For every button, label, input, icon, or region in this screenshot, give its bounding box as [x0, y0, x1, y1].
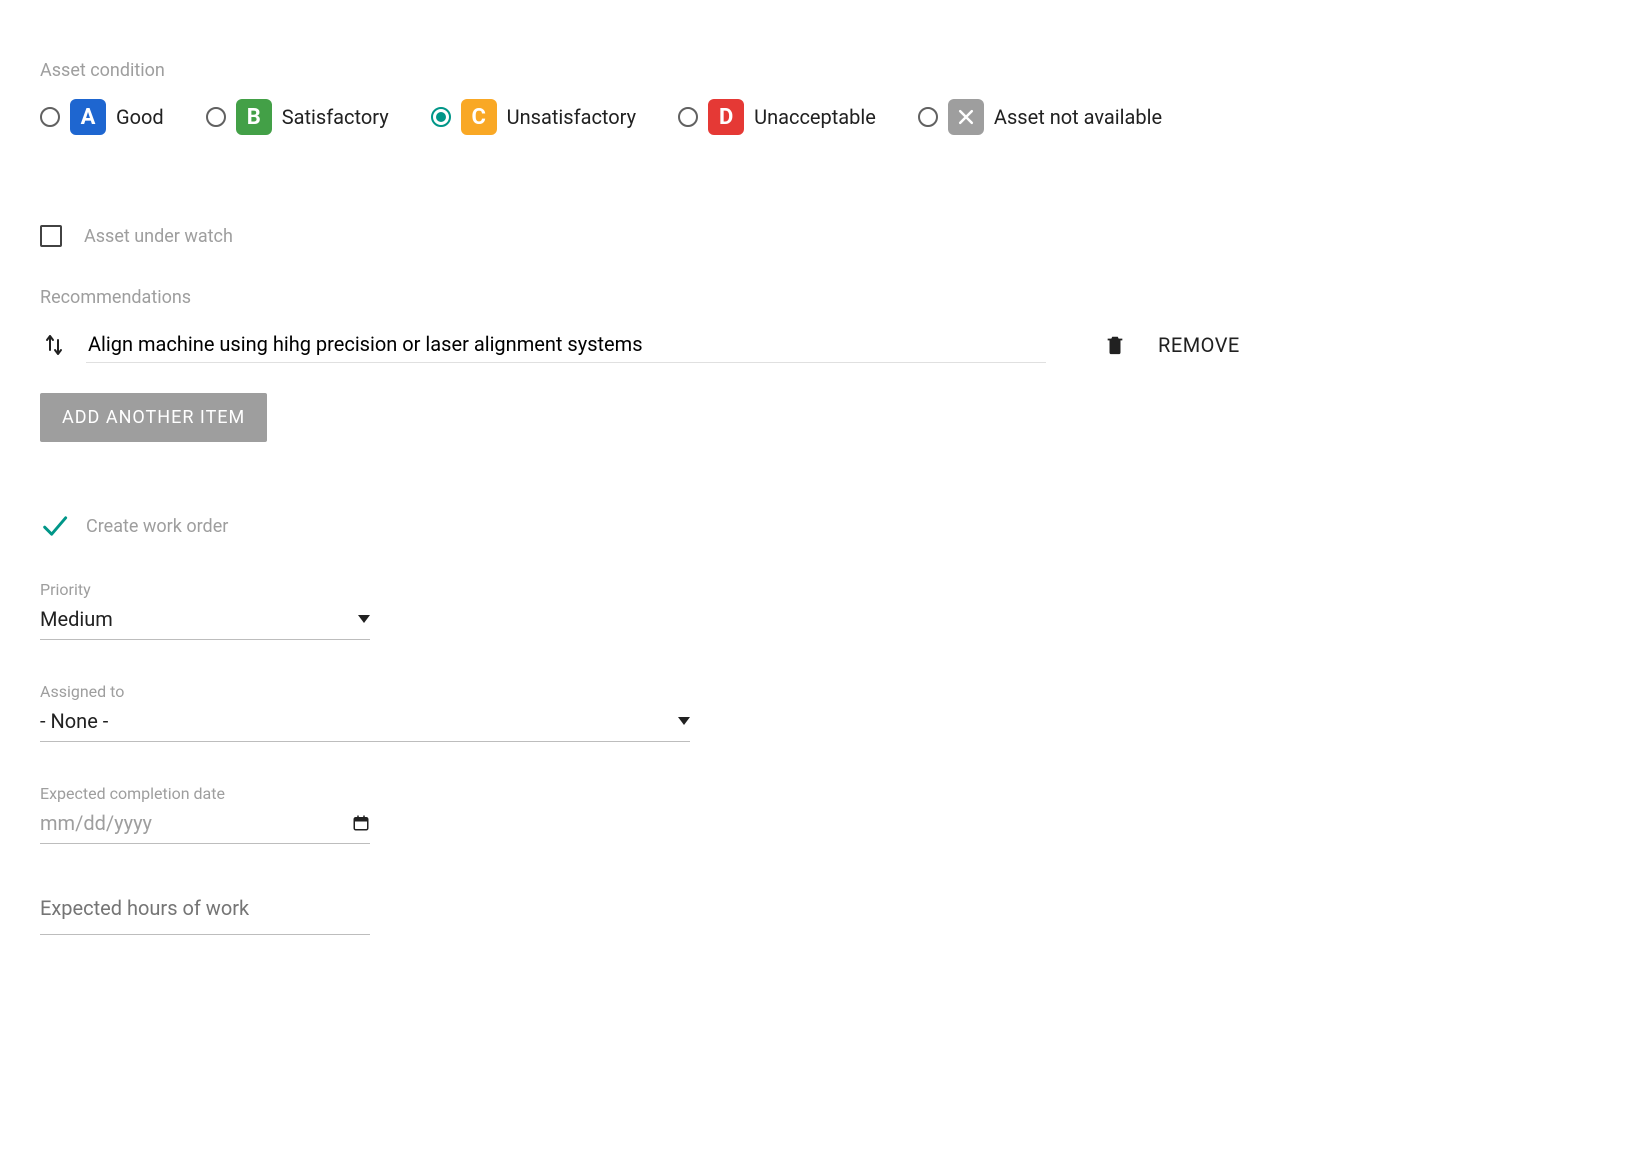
- recommendation-row: REMOVE: [40, 326, 1588, 363]
- radio-label: Unsatisfactory: [507, 105, 636, 129]
- radio-option-not-available[interactable]: Asset not available: [918, 99, 1162, 135]
- radio-label: Asset not available: [994, 105, 1162, 129]
- recommendation-input[interactable]: [86, 326, 1046, 363]
- grade-a-badge: A: [70, 99, 106, 135]
- trash-icon[interactable]: [1104, 334, 1126, 356]
- asset-under-watch-row: Asset under watch: [40, 225, 1588, 247]
- priority-select[interactable]: Medium: [40, 603, 370, 640]
- radio-option-satisfactory[interactable]: B Satisfactory: [206, 99, 389, 135]
- expected-hours-field: [40, 886, 1588, 935]
- priority-label: Priority: [40, 580, 1588, 599]
- expected-completion-label: Expected completion date: [40, 784, 1588, 803]
- grade-c-badge: C: [461, 99, 497, 135]
- drag-handle-icon[interactable]: [40, 331, 68, 359]
- radio-icon: [206, 107, 226, 127]
- asset-under-watch-label: Asset under watch: [84, 226, 233, 247]
- expected-completion-input[interactable]: mm/dd/yyyy: [40, 807, 370, 844]
- date-placeholder: mm/dd/yyyy: [40, 811, 152, 835]
- radio-icon: [678, 107, 698, 127]
- grade-d-badge: D: [708, 99, 744, 135]
- create-work-order-label: Create work order: [86, 516, 228, 537]
- checkmark-icon: [40, 512, 68, 540]
- assigned-to-label: Assigned to: [40, 682, 1588, 701]
- grade-x-badge: [948, 99, 984, 135]
- expected-completion-field: Expected completion date mm/dd/yyyy: [40, 784, 1588, 844]
- expected-hours-input[interactable]: [40, 890, 370, 926]
- radio-label: Unacceptable: [754, 105, 876, 129]
- radio-option-good[interactable]: A Good: [40, 99, 164, 135]
- chevron-down-icon: [678, 717, 690, 725]
- add-another-item-button[interactable]: ADD ANOTHER ITEM: [40, 393, 267, 442]
- priority-field: Priority Medium: [40, 580, 1588, 640]
- remove-button[interactable]: REMOVE: [1158, 333, 1240, 357]
- grade-b-badge: B: [236, 99, 272, 135]
- assigned-to-select[interactable]: - None -: [40, 705, 690, 742]
- priority-value: Medium: [40, 607, 113, 631]
- recommendations-label: Recommendations: [40, 287, 1588, 308]
- create-work-order-row[interactable]: Create work order: [40, 512, 1588, 540]
- chevron-down-icon: [358, 615, 370, 623]
- radio-option-unsatisfactory[interactable]: C Unsatisfactory: [431, 99, 636, 135]
- assigned-to-value: - None -: [40, 709, 108, 733]
- radio-label: Satisfactory: [282, 105, 389, 129]
- asset-under-watch-checkbox[interactable]: [40, 225, 62, 247]
- x-icon: [956, 107, 976, 127]
- assigned-to-field: Assigned to - None -: [40, 682, 1588, 742]
- radio-icon: [918, 107, 938, 127]
- radio-option-unacceptable[interactable]: D Unacceptable: [678, 99, 876, 135]
- asset-condition-label: Asset condition: [40, 60, 1588, 81]
- radio-icon: [40, 107, 60, 127]
- asset-condition-radio-group: A Good B Satisfactory C Unsatisfactory D…: [40, 99, 1588, 135]
- radio-label: Good: [116, 105, 164, 129]
- radio-icon: [431, 107, 451, 127]
- calendar-icon: [352, 814, 370, 832]
